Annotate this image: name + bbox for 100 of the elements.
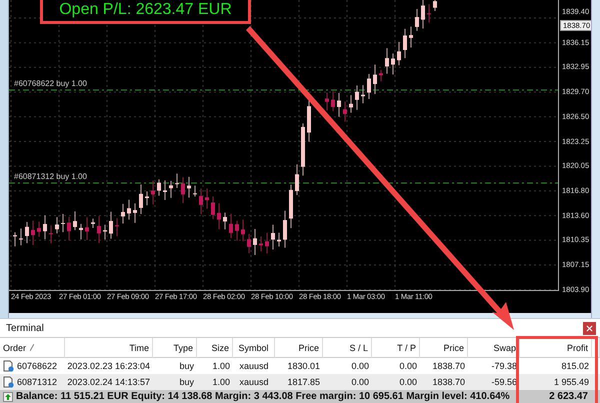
candle — [295, 164, 299, 196]
candle — [409, 26, 413, 48]
candle — [271, 224, 275, 250]
candle — [283, 210, 287, 248]
candle — [103, 224, 107, 240]
candle — [343, 100, 347, 122]
candle — [145, 190, 149, 206]
candle — [121, 203, 125, 224]
candle — [337, 92, 341, 118]
table-cell: 1817.85 — [287, 377, 320, 387]
candle — [397, 41, 401, 66]
total-profit: 2 623.47 — [548, 391, 589, 402]
table-cell: 0.00 — [351, 361, 369, 371]
candle — [133, 202, 137, 224]
column-header[interactable]: Size — [197, 338, 233, 358]
candle — [49, 224, 53, 244]
candle — [415, 8, 419, 32]
scrollbar[interactable] — [591, 0, 600, 318]
table-cell: 1.00 — [212, 361, 230, 371]
candle — [373, 64, 377, 95]
candle — [139, 184, 143, 215]
table-cell: 1830.01 — [287, 361, 320, 371]
column-header[interactable]: Price — [420, 338, 468, 358]
table-cell: 1 955.49 — [554, 377, 589, 387]
candle — [235, 220, 239, 242]
table-cell: 2023.02.23 16:23:04 — [67, 361, 150, 371]
table-row[interactable]: 60871312 2023.02.24 14:13:57 buy 1.00 xauusd 1817.85 0.00 0.00 1838.70 -59.56 1 955.49 — [0, 374, 600, 390]
candle — [253, 228, 257, 256]
table-cell: -59.56 — [491, 377, 517, 387]
candle — [79, 223, 83, 240]
candle — [187, 176, 191, 198]
candle — [31, 220, 35, 246]
candle — [247, 233, 251, 254]
candle — [193, 185, 197, 198]
candle — [151, 180, 155, 205]
candle — [421, 0, 425, 29]
table-cell: 0.00 — [399, 377, 417, 387]
candle — [73, 210, 77, 231]
candle — [289, 184, 293, 229]
candle — [433, 0, 437, 12]
panel-title: Terminal — [6, 322, 44, 334]
table-cell: 60768622 — [17, 361, 58, 371]
candle — [277, 232, 281, 247]
candle — [109, 211, 113, 240]
candle — [91, 218, 95, 229]
column-header[interactable]: Time — [65, 338, 153, 358]
candle — [181, 176, 185, 204]
table-cell: buy — [179, 377, 194, 387]
candle — [427, 4, 431, 23]
column-header[interactable]: Symbol — [233, 338, 275, 358]
candle — [241, 219, 245, 242]
candle — [55, 216, 59, 234]
candle — [13, 232, 17, 247]
table-cell: 815.02 — [561, 361, 589, 371]
table-cell: buy — [179, 361, 194, 371]
table-cell: 1838.70 — [432, 377, 465, 387]
candle — [229, 213, 233, 239]
candle — [199, 188, 203, 215]
column-header[interactable]: S / L — [323, 338, 372, 358]
table-cell: 0.00 — [399, 361, 417, 371]
column-header[interactable]: Price — [275, 338, 323, 358]
candle — [157, 178, 161, 196]
callout-text: Open P/L: 2623.47 EUR — [59, 1, 232, 19]
candle — [97, 216, 101, 244]
column-header[interactable]: Order — [0, 338, 65, 358]
candle — [361, 84, 365, 104]
candle — [367, 73, 371, 100]
close-icon — [585, 324, 594, 332]
candle — [331, 90, 335, 112]
trade-label: #60768622 buy 1.00 — [14, 79, 87, 88]
trade-label: #60871312 buy 1.00 — [14, 172, 87, 181]
column-header[interactable]: T / P — [372, 338, 420, 358]
candle — [403, 28, 407, 59]
candle — [379, 70, 383, 82]
candle — [175, 173, 179, 188]
candle — [43, 214, 47, 240]
column-header[interactable]: Type — [153, 338, 197, 358]
sort-icon — [30, 344, 34, 351]
order-icon — [3, 376, 14, 388]
candle — [385, 48, 389, 74]
candle — [349, 94, 353, 114]
table-cell: xauusd — [239, 377, 269, 387]
candle — [37, 221, 41, 238]
account-summary: Balance: 11 515.21 EUR Equity: 14 138.68 Margin: 3 443.08 Free margin: 10 695.61 Margin level: 410.64% — [15, 391, 511, 402]
order-icon — [3, 360, 14, 372]
candle — [163, 180, 167, 201]
candle — [25, 222, 29, 244]
candle — [355, 84, 359, 110]
candle — [127, 199, 131, 220]
candle — [85, 216, 89, 240]
candle — [301, 122, 305, 176]
table-cell: 2023.02.24 14:13:57 — [67, 377, 150, 387]
column-header[interactable]: Swap — [468, 338, 520, 358]
table-cell: 0.00 — [351, 377, 369, 387]
candle — [325, 92, 329, 111]
column-header[interactable]: Profit — [520, 338, 592, 358]
close-button[interactable] — [583, 322, 596, 334]
candle — [169, 180, 173, 198]
table-cell: 1838.70 — [432, 361, 465, 371]
candle — [67, 216, 71, 241]
